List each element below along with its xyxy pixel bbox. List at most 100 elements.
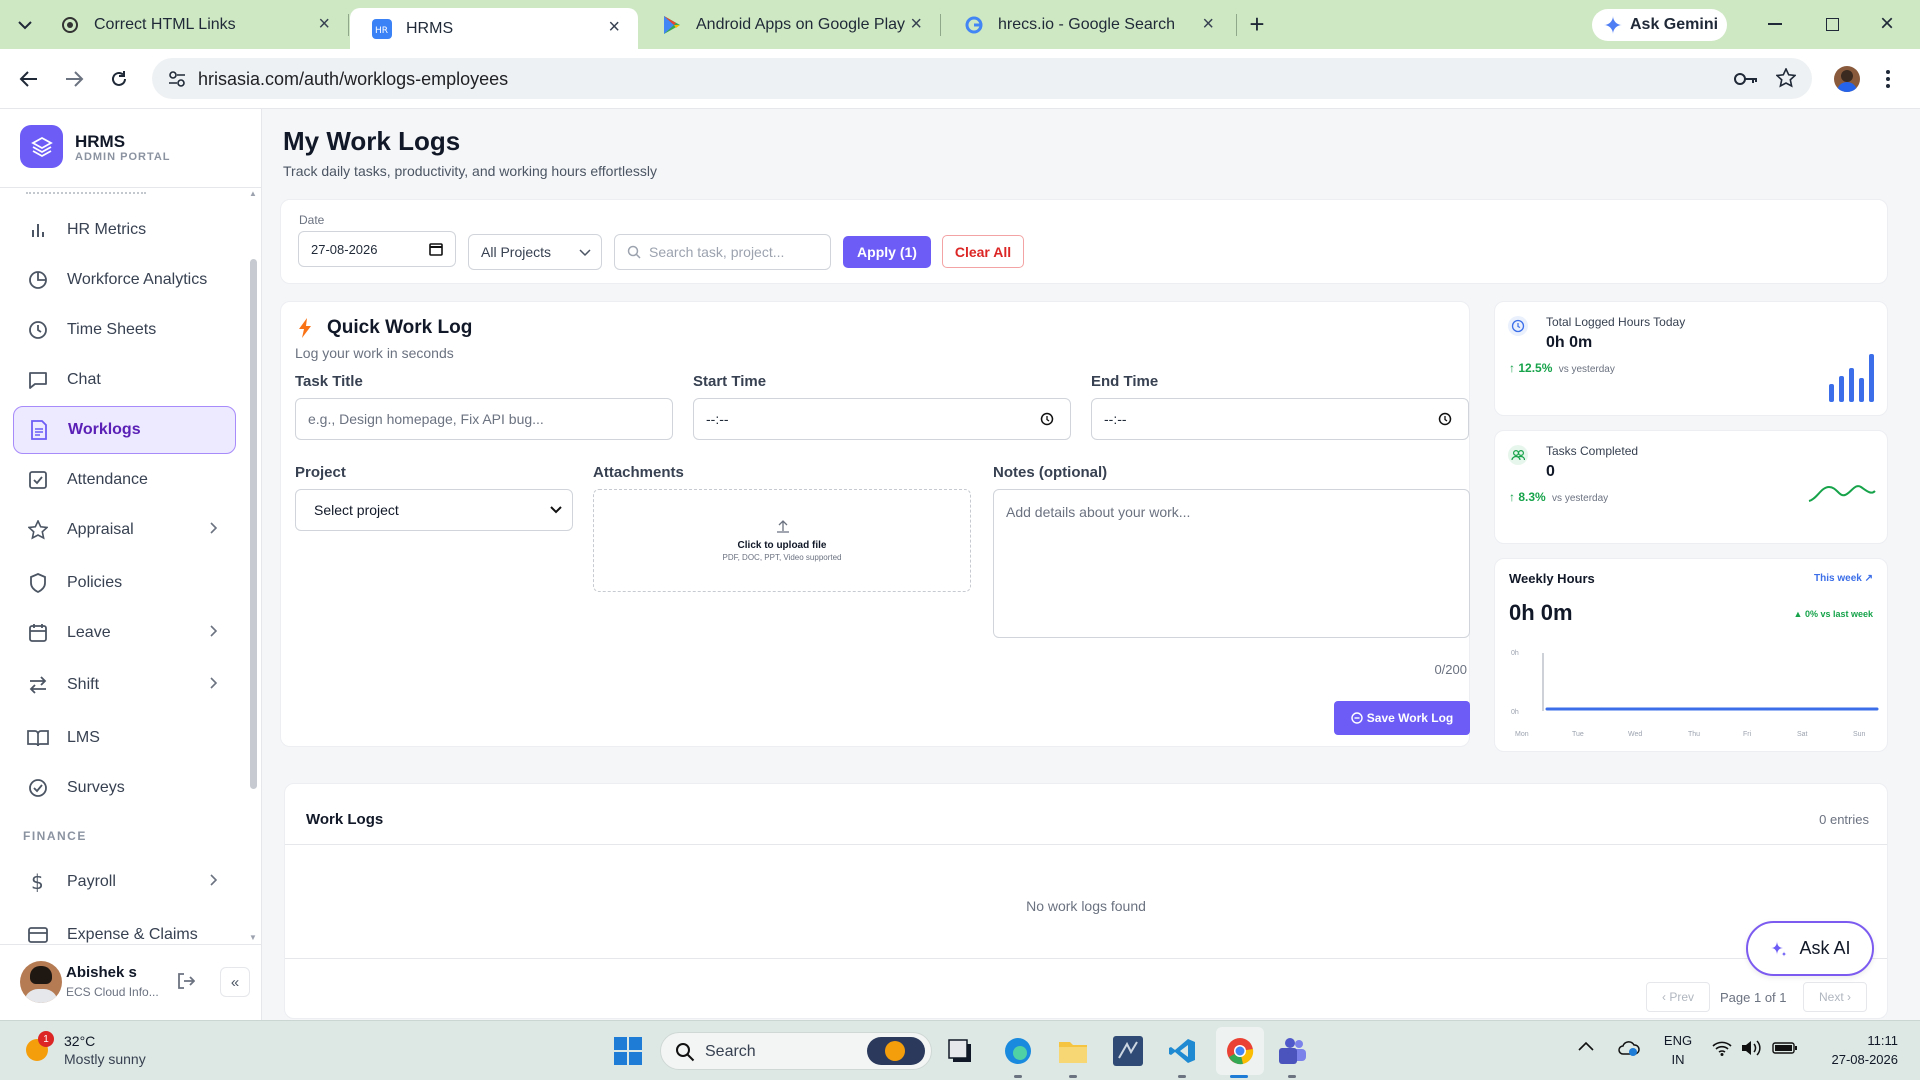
taskbar-search[interactable]: Search <box>660 1032 932 1070</box>
browser-tab-hrms[interactable]: HR HRMS × <box>350 8 638 49</box>
bookmark-star-icon[interactable] <box>1776 68 1796 88</box>
sidebar-section-finance: FINANCE <box>23 829 87 843</box>
close-window-button[interactable]: × <box>1880 10 1894 38</box>
prev-page-button[interactable]: ‹ Prev <box>1646 982 1710 1012</box>
new-tab-button[interactable]: + <box>1244 11 1270 38</box>
collapse-sidebar-button[interactable]: « <box>220 967 250 997</box>
save-work-log-button[interactable]: Save Work Log <box>1334 701 1470 735</box>
sidebar-item-leave[interactable]: Leave <box>13 609 236 657</box>
wifi-icon[interactable] <box>1712 1040 1732 1056</box>
search-icon <box>676 1043 695 1062</box>
empty-state-message: No work logs found <box>1026 898 1146 914</box>
restore-window-button[interactable] <box>1826 18 1839 31</box>
sidebar-item-label: Expense & Claims <box>67 926 198 943</box>
weather-widget[interactable]: 1 32°C Mostly sunny <box>24 1029 224 1073</box>
browser-tab-google-play[interactable]: Android Apps on Google Play × <box>640 0 940 49</box>
profile-avatar-button[interactable] <box>1834 66 1860 92</box>
close-tab-icon[interactable]: × <box>318 14 330 34</box>
sidebar-item-hr-metrics[interactable]: HR Metrics <box>13 206 236 254</box>
search-input[interactable]: Search task, project... <box>614 234 831 270</box>
sidebar-item-lms[interactable]: LMS <box>13 714 236 762</box>
chevron-right-icon <box>210 677 218 689</box>
reload-button[interactable] <box>104 64 134 94</box>
close-tab-icon[interactable]: × <box>910 14 922 34</box>
close-tab-icon[interactable]: × <box>1202 14 1214 34</box>
clock-icon[interactable] <box>1438 412 1452 426</box>
cloud-sync-icon[interactable] <box>1618 1039 1640 1057</box>
sidebar-item-expense-claims[interactable]: Expense & Claims <box>13 911 236 943</box>
clear-filters-button[interactable]: Clear All <box>942 235 1024 268</box>
page-title: My Work Logs <box>283 126 461 156</box>
sidebar-item-worklogs[interactable]: Worklogs <box>13 406 236 454</box>
tasks-completed-label: Tasks Completed <box>1546 444 1639 458</box>
date-input[interactable]: 27-08-2026 <box>298 231 456 267</box>
teams-app-icon[interactable] <box>1276 1035 1308 1067</box>
scroll-down-arrow[interactable]: ▼ <box>249 933 257 942</box>
next-page-button[interactable]: Next › <box>1803 982 1867 1012</box>
chrome-app-icon[interactable] <box>1224 1035 1256 1067</box>
notes-textarea[interactable]: Add details about your work... <box>993 489 1470 638</box>
forward-button[interactable] <box>59 64 89 94</box>
show-hidden-icons-button[interactable] <box>1578 1041 1594 1051</box>
this-week-link[interactable]: This week ↗ <box>1814 573 1873 584</box>
password-key-icon[interactable] <box>1734 71 1758 87</box>
site-info-icon[interactable] <box>168 70 186 88</box>
clock-time: 11:11 <box>1867 1033 1898 1048</box>
sidebar-item-time-sheets[interactable]: Time Sheets <box>13 306 236 354</box>
chevron-down-icon <box>550 506 562 514</box>
task-view-button[interactable] <box>944 1035 976 1067</box>
edge-app-icon[interactable] <box>1002 1035 1034 1067</box>
close-tab-icon[interactable]: × <box>608 17 620 37</box>
sidebar-item-surveys[interactable]: Surveys <box>13 764 236 812</box>
project-filter-select[interactable]: All Projects <box>468 234 602 270</box>
sidebar-item-appraisal[interactable]: Appraisal <box>13 506 236 554</box>
quick-work-log-card: Quick Work Log Log your work in seconds … <box>280 301 1470 747</box>
address-bar[interactable]: hrisasia.com/auth/worklogs-employees <box>152 58 1812 99</box>
tasks-completed-value: 0 <box>1546 463 1555 480</box>
sidebar-item-shift[interactable]: Shift <box>13 661 236 709</box>
volume-icon[interactable] <box>1741 1040 1763 1056</box>
calendar-icon[interactable] <box>429 242 443 256</box>
browser-tab-google-search[interactable]: hrecs.io - Google Search × <box>942 0 1232 49</box>
logged-hours-change: ↑ 12.5% vs yesterday <box>1509 361 1615 375</box>
data-point-mon <box>1545 707 1549 711</box>
url-text: hrisasia.com/auth/worklogs-employees <box>198 69 509 89</box>
sql-server-app-icon[interactable] <box>1112 1035 1144 1067</box>
tab-divider <box>940 14 941 36</box>
project-select[interactable]: Select project <box>295 489 573 531</box>
language-indicator[interactable]: ENG IN <box>1662 1031 1694 1069</box>
tab-list-dropdown[interactable] <box>14 14 36 36</box>
sidebar-item-payroll[interactable]: $ Payroll <box>13 858 236 906</box>
apply-filters-button[interactable]: Apply (1) <box>843 236 931 268</box>
file-upload-dropzone[interactable]: Click to upload file PDF, DOC, PPT, Vide… <box>593 489 971 592</box>
sidebar-scrollbar[interactable] <box>250 259 257 789</box>
clock-icon[interactable] <box>1040 412 1054 426</box>
taskbar-running-indicator <box>1069 1075 1077 1078</box>
browser-tab-correct-html-links[interactable]: Correct HTML Links × <box>38 0 348 49</box>
weekly-hours-value: 0h 0m <box>1509 600 1573 625</box>
clock-date: 27-08-2026 <box>1831 1052 1899 1067</box>
back-button[interactable] <box>14 64 44 94</box>
start-button[interactable] <box>612 1035 644 1067</box>
end-time-input[interactable]: --:-- <box>1091 398 1469 440</box>
task-title-input[interactable]: e.g., Design homepage, Fix API bug... <box>295 398 673 440</box>
x-tick-label: Fri <box>1743 731 1752 738</box>
sidebar-item-label: Worklogs <box>68 421 141 438</box>
file-explorer-icon[interactable] <box>1057 1035 1089 1067</box>
sidebar-item-chat[interactable]: Chat <box>13 356 236 404</box>
ask-ai-button[interactable]: Ask AI <box>1746 921 1874 976</box>
users-badge <box>1508 445 1528 465</box>
sidebar-item-workforce-analytics[interactable]: Workforce Analytics <box>13 256 236 304</box>
sidebar-item-attendance[interactable]: Attendance <box>13 456 236 504</box>
battery-icon[interactable] <box>1772 1042 1798 1054</box>
start-time-input[interactable]: --:-- <box>693 398 1071 440</box>
scroll-up-arrow[interactable]: ▲ <box>249 189 257 198</box>
logout-button[interactable] <box>177 973 195 989</box>
sidebar-item-policies[interactable]: Policies <box>13 559 236 607</box>
ask-gemini-button[interactable]: Ask Gemini <box>1592 9 1727 41</box>
clock-widget[interactable]: 11:11 27-08-2026 <box>1812 1031 1899 1069</box>
vscode-app-icon[interactable] <box>1166 1035 1198 1067</box>
minimize-window-button[interactable] <box>1768 23 1782 25</box>
browser-menu-button[interactable] <box>1886 69 1890 89</box>
sidebar-scroll-area[interactable]: HR Metrics Workforce Analytics Time Shee… <box>0 188 262 943</box>
